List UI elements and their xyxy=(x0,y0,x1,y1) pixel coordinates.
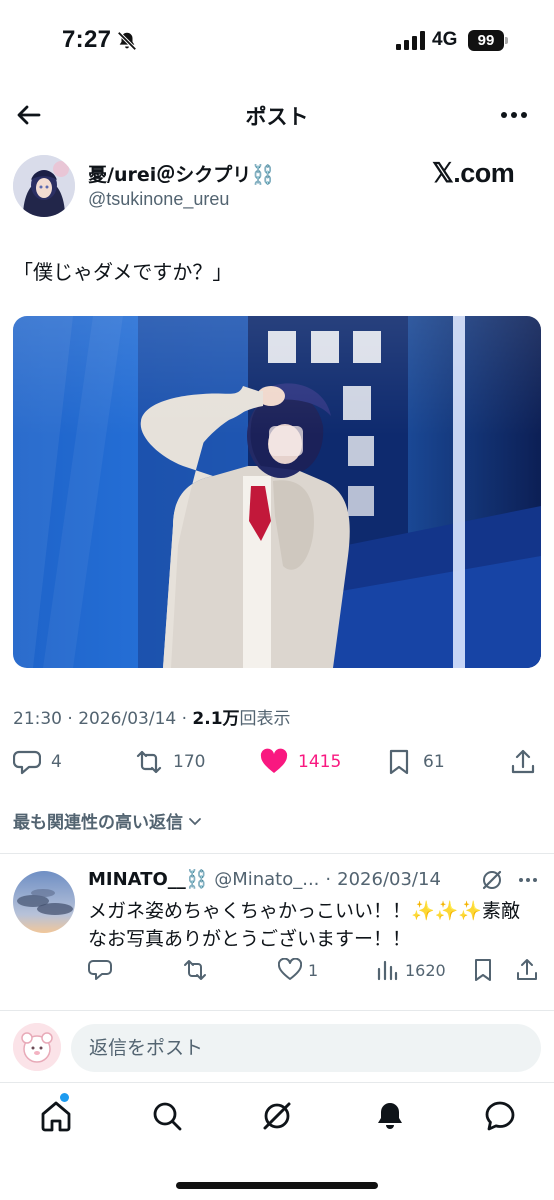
divider xyxy=(0,853,554,854)
heart-icon xyxy=(278,958,302,980)
reply-share-button[interactable] xyxy=(515,958,539,982)
reply-repost-button[interactable] xyxy=(183,958,207,982)
post-meta: 21:30 · 2026/03/14 · 2.1万回表示 xyxy=(13,709,291,729)
like-count: 1415 xyxy=(298,752,342,772)
like-button[interactable]: 1415 xyxy=(260,744,341,780)
status-bar: 7:27 4G 99 xyxy=(0,0,554,82)
search-icon xyxy=(153,1102,182,1131)
reply-sort-label: 最も関連性の高い返信 xyxy=(13,813,183,833)
reply-actions: 1 1620 xyxy=(0,958,554,986)
battery-level: 99 xyxy=(468,30,504,51)
bookmark-icon xyxy=(475,959,491,981)
reply-author-handle[interactable]: @Minato_... xyxy=(214,869,319,890)
status-time: 7:27 xyxy=(62,26,112,53)
battery-icon: 99 xyxy=(468,30,508,51)
speech-bubble-icon xyxy=(13,750,41,775)
reply-input[interactable] xyxy=(71,1024,541,1072)
grok-icon[interactable] xyxy=(480,868,504,892)
share-button[interactable] xyxy=(509,744,537,780)
top-nav: ポスト xyxy=(0,90,554,140)
views-label: 回表示 xyxy=(239,709,291,729)
heart-icon xyxy=(260,748,288,773)
repost-arrows-icon xyxy=(136,750,162,774)
tab-notifications[interactable] xyxy=(373,1099,407,1133)
bell-icon xyxy=(378,1103,402,1129)
reply-view-count: 1620 xyxy=(405,960,446,980)
author-avatar[interactable] xyxy=(13,155,75,217)
author-handle[interactable]: @tsukinone_ureu xyxy=(88,189,229,210)
reply-date-sep: · xyxy=(325,869,332,890)
repost-arrows-icon xyxy=(184,960,206,980)
speech-bubble-icon xyxy=(88,960,112,980)
reply-text: メガネ姿めちゃくちゃかっこいい！！✨✨✨素敵なお写真ありがとうございますー！！ xyxy=(88,900,520,950)
post-date: 2026/03/14 xyxy=(78,709,177,729)
reply-views-button[interactable]: 1620 xyxy=(375,958,446,982)
page-title: ポスト xyxy=(245,105,309,129)
divider xyxy=(0,1010,554,1011)
bookmark-count: 61 xyxy=(423,752,445,772)
reply-reply-button[interactable] xyxy=(88,958,112,982)
bell-muted-icon xyxy=(117,31,137,51)
reply-count: 4 xyxy=(51,752,62,772)
reply-like-count: 1 xyxy=(308,960,319,980)
share-icon xyxy=(517,959,537,980)
home-icon xyxy=(41,1101,71,1132)
more-horizontal-icon[interactable] xyxy=(498,100,530,130)
reply-avatar[interactable] xyxy=(13,871,75,933)
reply-sort-dropdown[interactable]: 最も関連性の高い返信 xyxy=(13,808,203,833)
tab-messages[interactable] xyxy=(483,1099,517,1133)
author-name[interactable]: 憂/urei＠シクプリ⛓️ xyxy=(88,160,275,187)
reply-bookmark-button[interactable] xyxy=(471,958,495,982)
grok-icon xyxy=(263,1102,291,1130)
post-time: 21:30 xyxy=(13,709,62,729)
reply-like-button[interactable]: 1 xyxy=(278,958,318,982)
signal-icon xyxy=(396,31,425,50)
more-horizontal-icon[interactable] xyxy=(516,868,540,892)
chevron-down-icon xyxy=(189,817,201,825)
reply-date: 2026/03/14 xyxy=(337,869,441,890)
post-actions: 4 170 1415 61 xyxy=(0,744,554,780)
reply-author-name[interactable]: MINATO__⛓️ xyxy=(88,869,208,890)
notification-dot xyxy=(60,1093,69,1102)
reply-header: MINATO__⛓️ @Minato_... · 2026/03/14 xyxy=(88,869,441,890)
views-count: 2.1万 xyxy=(192,709,240,729)
tab-search[interactable] xyxy=(150,1099,184,1133)
post-photo[interactable] xyxy=(13,316,541,668)
bar-chart-icon xyxy=(377,960,398,981)
share-icon xyxy=(511,749,535,774)
tab-home[interactable] xyxy=(39,1099,73,1133)
bookmark-button[interactable]: 61 xyxy=(385,744,445,780)
reply-button[interactable]: 4 xyxy=(13,744,62,780)
repost-button[interactable]: 170 xyxy=(135,744,205,780)
network-type: 4G xyxy=(432,29,458,50)
home-indicator xyxy=(176,1182,378,1189)
repost-count: 170 xyxy=(173,752,206,772)
message-bubble-icon xyxy=(485,1101,515,1131)
my-avatar[interactable] xyxy=(13,1023,61,1071)
bookmark-icon xyxy=(389,749,409,775)
post-text: 「僕じゃダメですか？」 xyxy=(13,260,233,284)
x-logo: 𝕏.com xyxy=(432,158,515,188)
tab-grok[interactable] xyxy=(260,1099,294,1133)
